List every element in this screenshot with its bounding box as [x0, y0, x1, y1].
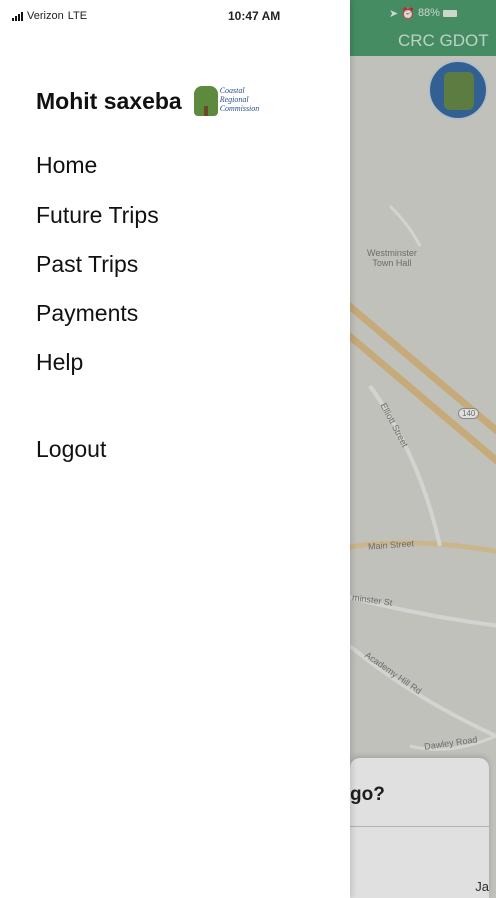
alarm-icon: ⏰	[401, 7, 415, 20]
menu-item-past-trips[interactable]: Past Trips	[36, 251, 138, 278]
status-bar-left: Verizon LTE	[12, 10, 87, 22]
background-map-screen: ➤ ⏰ 88% CRC GDOT Westminster Town Hall E…	[350, 0, 496, 898]
menu-item-help[interactable]: Help	[36, 349, 83, 376]
destination-sheet[interactable]: go? Ja	[350, 758, 489, 898]
network-type: LTE	[67, 10, 88, 22]
background-status-bar: ➤ ⏰ 88%	[350, 0, 496, 26]
map-label-route-140: 140	[458, 408, 480, 419]
signal-icon	[12, 11, 23, 21]
status-time: 10:47 AM	[228, 9, 281, 23]
map-label-townhall: Westminster Town Hall	[367, 248, 417, 268]
tree-trunk	[203, 106, 208, 116]
sheet-bottom-text: Ja	[475, 879, 489, 894]
menu-item-home[interactable]: Home	[36, 152, 97, 179]
app-header: CRC GDOT	[350, 26, 496, 56]
carrier-name: Verizon	[27, 10, 64, 22]
menu-item-logout[interactable]: Logout	[36, 436, 106, 463]
status-bar: Verizon LTE 10:47 AM	[0, 0, 350, 34]
app-header-title: CRC GDOT	[398, 31, 489, 50]
menu-item-payments[interactable]: Payments	[36, 300, 138, 327]
menu-item-future-trips[interactable]: Future Trips	[36, 202, 159, 229]
app-logo[interactable]	[428, 60, 488, 120]
map-road	[388, 204, 422, 247]
destination-prompt: go?	[350, 784, 385, 805]
navigation-drawer: Verizon LTE 10:47 AM Mohit saxeba Coasta…	[0, 0, 350, 898]
crc-logo: Coastal Regional Commission	[192, 82, 270, 120]
user-name: Mohit saxeba	[36, 87, 182, 114]
crc-logo-text: Coastal Regional Commission	[219, 86, 260, 113]
sheet-divider	[350, 826, 489, 827]
map-road-highway	[350, 301, 496, 435]
profile-header: Mohit saxeba Coastal Regional Commission	[36, 82, 270, 120]
battery-icon	[442, 9, 457, 17]
map-road-highway	[350, 331, 496, 465]
location-icon: ➤	[389, 7, 399, 20]
battery-percentage: 88%	[417, 7, 440, 19]
